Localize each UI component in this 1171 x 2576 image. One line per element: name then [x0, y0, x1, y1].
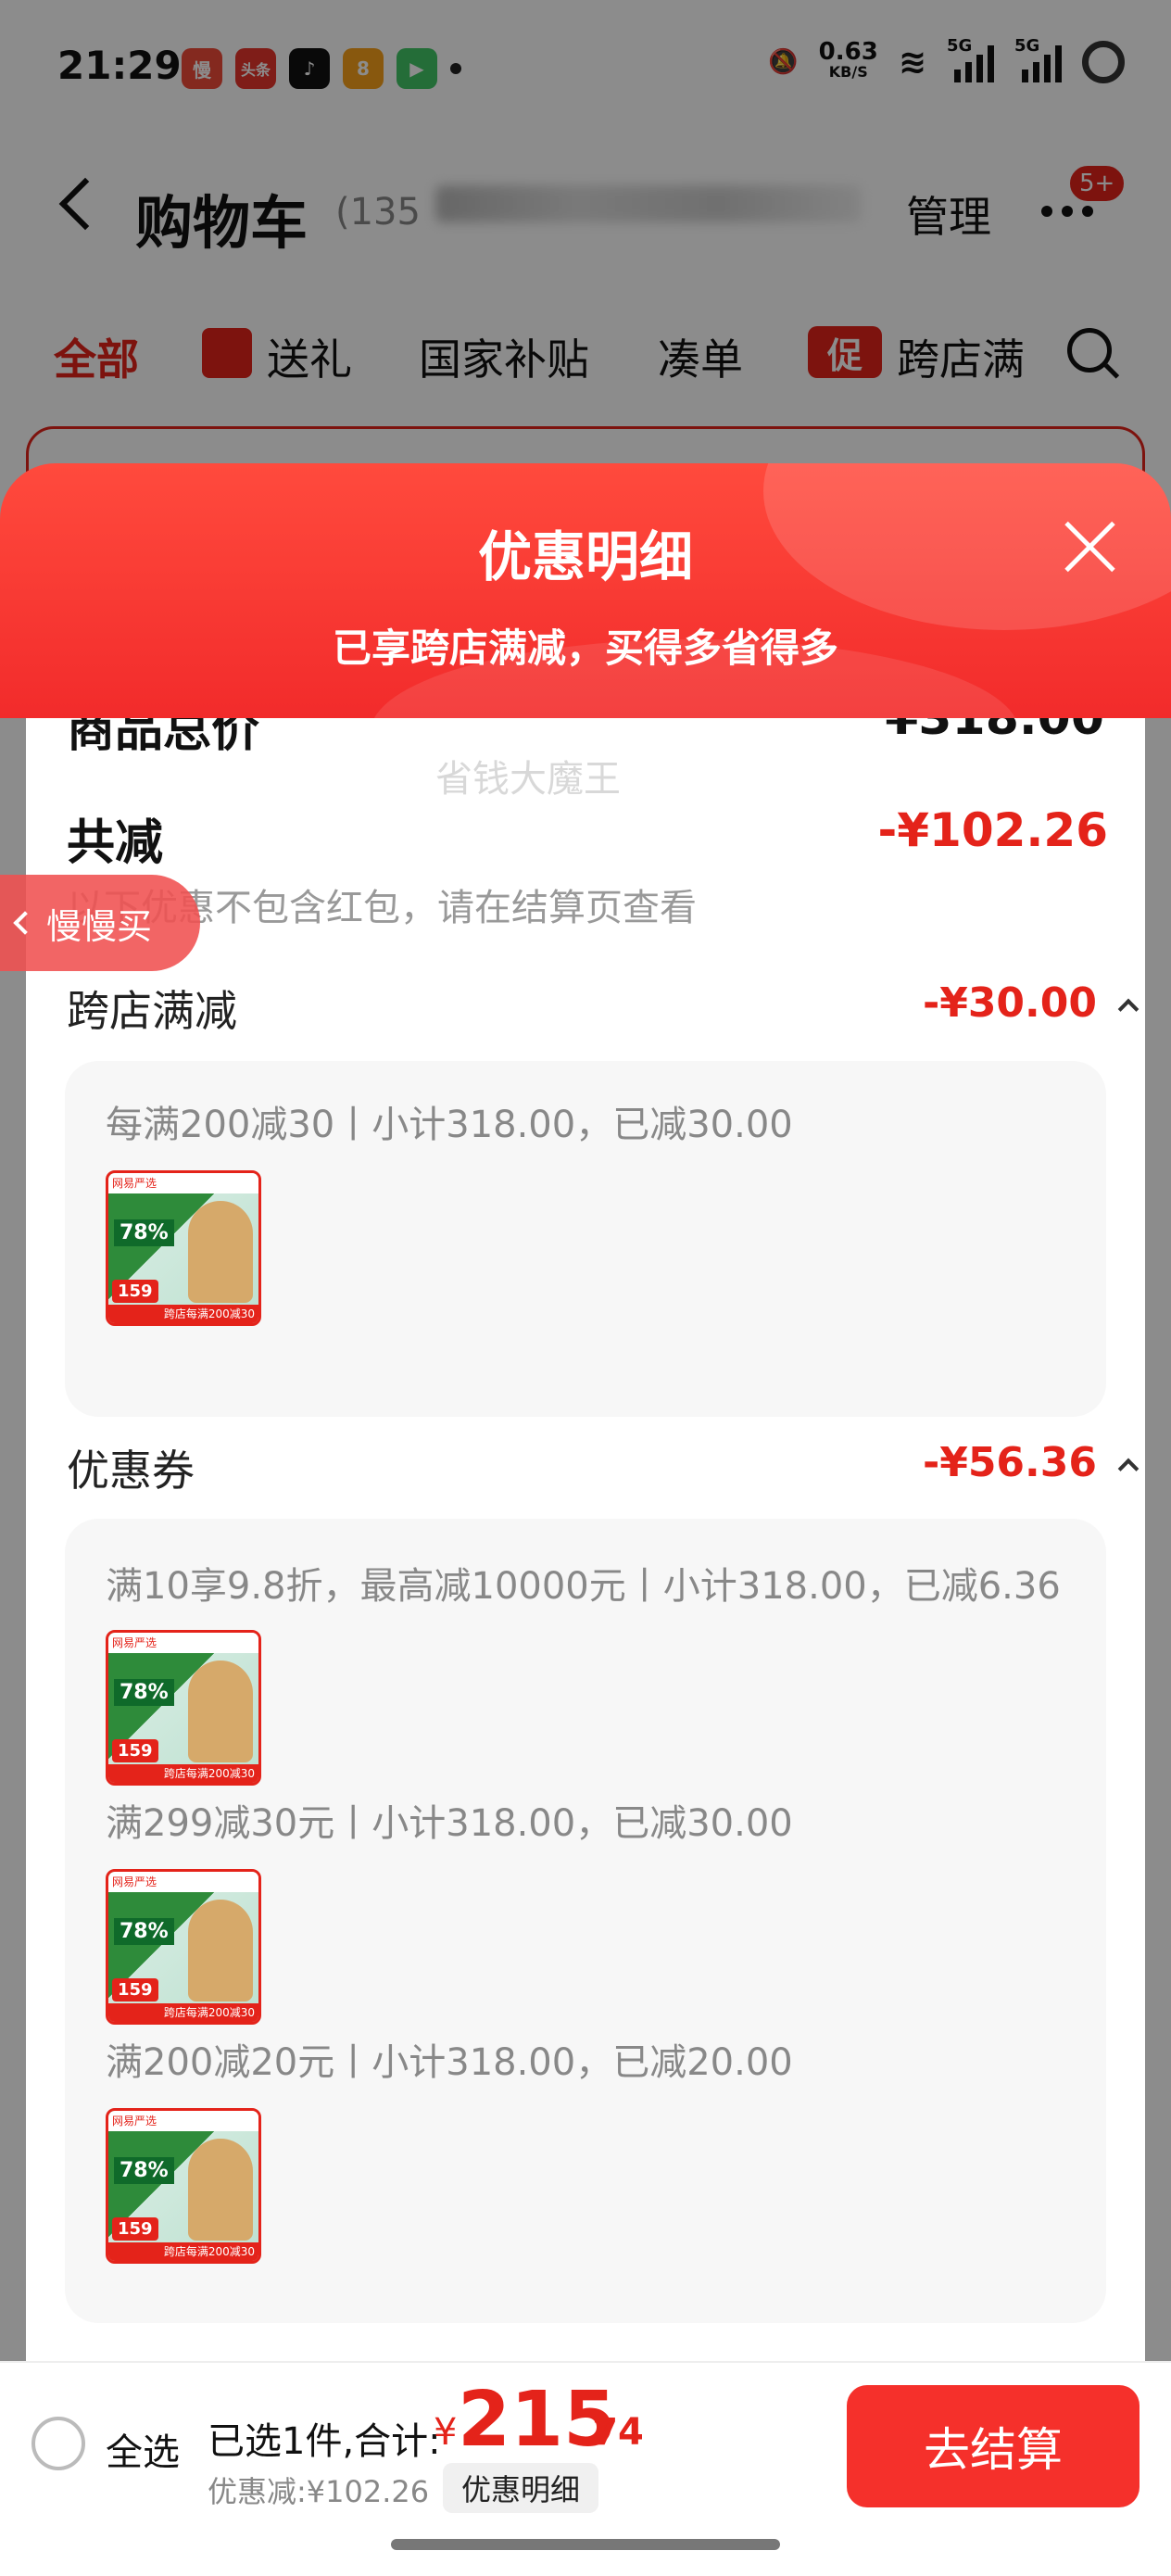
gesture-area	[0, 2526, 1171, 2576]
rule-text: 满10享9.8折，最高减10000元丨小计318.00，已减6.36	[106, 1565, 1061, 1608]
sheet-header: 优惠明细 已享跨店满减，买得多省得多	[0, 463, 1171, 718]
selected-info: 已选1件,合计:	[208, 2420, 441, 2463]
checkout-button[interactable]: 去结算	[847, 2385, 1140, 2507]
section-value-coupon[interactable]: -¥56.36	[923, 1439, 1097, 1486]
caret-up-icon[interactable]	[1117, 998, 1140, 1020]
sheet-body[interactable]: 商品总价 ¥318.00 共减 -¥102.26 以下优惠不包含红包，请在结算页…	[26, 718, 1145, 2576]
total-reduce-value: -¥102.26	[877, 803, 1109, 857]
section-title-cross-store: 跨店满减	[67, 986, 237, 1036]
goods-total-value: ¥318.00	[885, 718, 1104, 746]
rule-text: 满200减20元丨小计318.00，已减20.00	[106, 2041, 793, 2084]
total-reduce-label: 共减	[67, 815, 164, 871]
discount-detail-button[interactable]: 优惠明细	[443, 2463, 599, 2513]
currency-symbol: ¥	[434, 2411, 458, 2454]
coupon-panel: 满10享9.8折，最高减10000元丨小计318.00，已减6.36 网易严选 …	[65, 1519, 1106, 2323]
chevron-left-icon	[13, 911, 37, 935]
product-thumbnail[interactable]: 网易严选 78% 159 跨店每满200减30	[106, 1630, 261, 1786]
checkout-bar: 全选 已选1件,合计: ¥ 215 .74 优惠减:¥102.26 优惠明细 去…	[0, 2361, 1171, 2526]
side-tab-label: 慢慢买	[46, 905, 153, 947]
goods-total-label: 商品总价	[67, 718, 260, 758]
cross-store-panel: 每满200减30丨小计318.00，已减30.00 网易严选 78% 159 跨…	[65, 1061, 1106, 1417]
home-indicator[interactable]	[391, 2539, 780, 2550]
select-all-label[interactable]: 全选	[106, 2422, 180, 2476]
discount-summary: 优惠减:¥102.26	[208, 2474, 430, 2509]
caret-up-icon[interactable]	[1117, 1458, 1140, 1480]
rule-text: 每满200减30丨小计318.00，已减30.00	[106, 1104, 793, 1146]
section-value-cross-store[interactable]: -¥30.00	[923, 979, 1097, 1027]
product-thumbnail[interactable]: 网易严选 78% 159 跨店每满200减30	[106, 2108, 261, 2264]
section-title-coupon: 优惠券	[67, 1446, 195, 1496]
product-thumbnail[interactable]: 网易严选 78% 159 跨店每满200减30	[106, 1170, 261, 1326]
sheet-title: 优惠明细	[477, 525, 693, 588]
total-amount-decimal: .74	[578, 2411, 644, 2454]
select-all-checkbox[interactable]	[31, 2417, 85, 2470]
side-tab-manmanmai[interactable]: 慢慢买	[0, 875, 200, 971]
rule-text: 满299减30元丨小计318.00，已减30.00	[106, 1802, 793, 1845]
close-icon[interactable]	[1058, 513, 1123, 578]
product-thumbnail[interactable]: 网易严选 78% 159 跨店每满200减30	[106, 1869, 261, 2025]
sheet-subtitle: 已享跨店满减，买得多省得多	[332, 625, 838, 671]
watermark: 省钱大魔王	[435, 758, 621, 801]
